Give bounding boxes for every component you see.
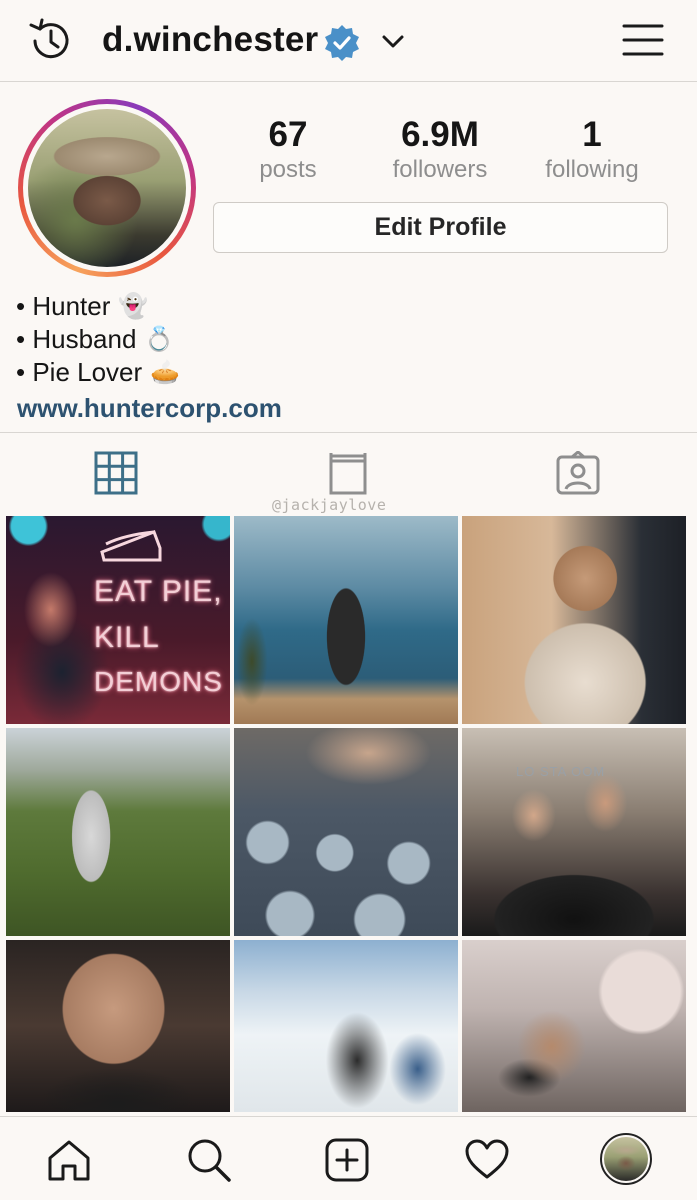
website-link[interactable]: www.huntercorp.com <box>17 393 282 424</box>
avatar-frame <box>23 104 191 272</box>
bio-text: • Hunter <box>16 291 111 321</box>
avatar-photo <box>28 109 186 267</box>
username[interactable]: d.winchester <box>102 20 318 60</box>
chevron-down-icon[interactable] <box>378 26 408 56</box>
bio-line: • Husband 💍 <box>16 323 676 356</box>
avatar-photo <box>604 1137 648 1181</box>
add-post-icon[interactable] <box>324 1137 370 1183</box>
tagged-user-icon[interactable] <box>556 451 600 495</box>
bio: • Hunter 👻 • Husband 💍 • Pie Lover 🥧 <box>16 290 676 389</box>
post-thumbnail[interactable] <box>6 940 230 1112</box>
profile-header: d.winchester <box>0 0 697 82</box>
post-thumbnail[interactable] <box>462 516 686 724</box>
posts-count: 67 <box>268 115 308 154</box>
following-count: 1 <box>582 115 602 154</box>
stat-posts[interactable]: 67 posts <box>228 115 348 185</box>
stat-followers[interactable]: 6.9M followers <box>370 115 510 185</box>
followers-count: 6.9M <box>401 115 479 154</box>
search-icon[interactable] <box>186 1137 232 1183</box>
edit-profile-button[interactable]: Edit Profile <box>213 202 668 253</box>
neon-text: DEMONS <box>94 666 223 697</box>
pie-neon-icon <box>100 530 162 562</box>
bio-line: • Pie Lover 🥧 <box>16 356 676 389</box>
stat-following[interactable]: 1 following <box>522 115 662 185</box>
home-icon[interactable] <box>46 1137 92 1183</box>
followers-label: followers <box>392 156 488 183</box>
bio-line: • Hunter 👻 <box>16 290 676 323</box>
pie-emoji-icon: 🥧 <box>150 359 181 386</box>
bio-text: • Pie Lover <box>16 357 143 387</box>
ghost-emoji-icon: 👻 <box>118 293 149 320</box>
grid-icon[interactable] <box>94 451 138 495</box>
post-thumbnail[interactable] <box>462 940 686 1112</box>
hamburger-menu-icon[interactable] <box>622 20 664 60</box>
ring-emoji-icon: 💍 <box>144 326 175 353</box>
watermark: @jackjaylove <box>272 496 387 514</box>
verified-badge-icon <box>322 23 362 63</box>
neon-text: KILL <box>94 621 160 654</box>
igtv-icon[interactable] <box>326 451 370 495</box>
post-thumbnail[interactable] <box>234 728 458 936</box>
history-icon[interactable] <box>26 16 76 66</box>
neon-text: EAT PIE, <box>94 575 223 608</box>
posts-grid: EAT PIE, KILL DEMONS LO STA OOM <box>6 516 689 1112</box>
post-thumbnail[interactable]: EAT PIE, KILL DEMONS <box>6 516 230 724</box>
event-sign-text: LO STA OOM <box>516 764 606 779</box>
heart-icon[interactable] <box>464 1137 510 1183</box>
following-label: following <box>545 156 639 183</box>
post-thumbnail[interactable] <box>234 516 458 724</box>
bio-text: • Husband <box>16 324 137 354</box>
post-thumbnail[interactable] <box>6 728 230 936</box>
post-thumbnail[interactable] <box>234 940 458 1112</box>
posts-label: posts <box>259 156 317 183</box>
profile-avatar[interactable] <box>600 1133 652 1185</box>
post-thumbnail[interactable]: LO STA OOM <box>462 728 686 936</box>
bottom-nav <box>0 1116 697 1200</box>
profile-avatar[interactable] <box>18 99 196 277</box>
